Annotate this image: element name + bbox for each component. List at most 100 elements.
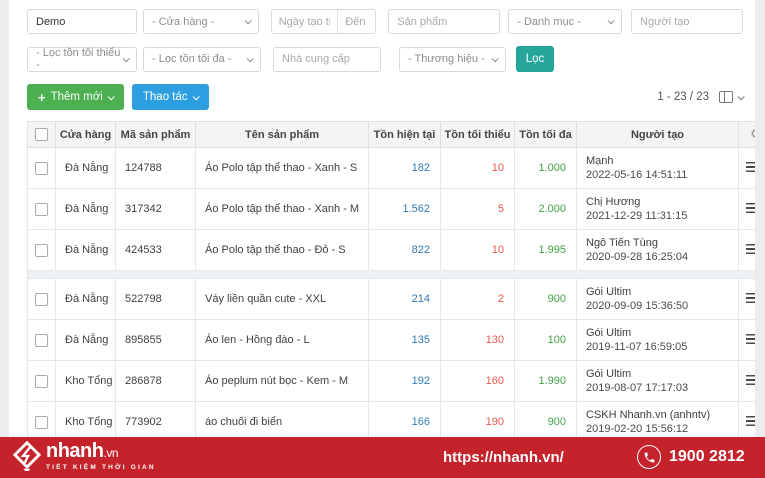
- product-input[interactable]: [388, 9, 500, 34]
- logo-text: nhanh: [46, 440, 104, 462]
- min-stock-cell: 160: [441, 361, 515, 402]
- category-select-label: - Danh mục -: [517, 16, 581, 28]
- chevron-down-icon[interactable]: [738, 93, 745, 100]
- select-all-checkbox[interactable]: [35, 128, 48, 141]
- nhanh-logo[interactable]: nhanh.vn Tiết kiệm thời gian: [13, 441, 156, 471]
- row-checkbox[interactable]: [35, 416, 48, 429]
- table-row[interactable]: Đà Nẵng 317342 Áo Polo tập thể thao - Xa…: [28, 189, 765, 230]
- min-stock-cell: 10: [441, 148, 515, 189]
- nhanh-logo-icon: [13, 441, 41, 471]
- product-name-cell: Áo Polo tập thể thao - Xanh - M: [196, 189, 369, 230]
- creator-cell: Gói Ultim 2019-08-07 17:17:03: [577, 361, 739, 402]
- chevron-down-icon: [608, 17, 615, 24]
- store-select[interactable]: - Cửa hàng -: [143, 9, 259, 34]
- max-stock-cell: 900: [515, 279, 577, 320]
- table-header-row: Cửa hàng Mã sản phẩm Tên sản phẩm Tồn hi…: [28, 122, 765, 148]
- logo-tagline: Tiết kiệm thời gian: [46, 464, 156, 471]
- row-checkbox[interactable]: [35, 293, 48, 306]
- max-stock-cell: 100: [515, 320, 577, 361]
- creator-name: Gói Ultim: [586, 286, 738, 298]
- current-stock-cell: 135: [369, 320, 441, 361]
- max-stock-cell: 2.000: [515, 189, 577, 230]
- current-stock-cell: 214: [369, 279, 441, 320]
- row-separator-band: [28, 271, 765, 279]
- creator-cell: Chị Hương 2021-12-29 11:31:15: [577, 189, 739, 230]
- max-stock-cell: 1.995: [515, 230, 577, 271]
- current-stock-cell: 1.562: [369, 189, 441, 230]
- table-row[interactable]: Đà Nẵng 522798 Váy liền quần cute - XXL …: [28, 279, 765, 320]
- table-row[interactable]: Kho Tổng 286878 Áo peplum nút bọc - Kem …: [28, 361, 765, 402]
- created-timestamp: 2021-12-29 11:31:15: [586, 210, 738, 222]
- product-name-cell: Áo peplum nút bọc - Kem - M: [196, 361, 369, 402]
- row-checkbox[interactable]: [35, 162, 48, 175]
- filter-row-1: - Cửa hàng - - Danh mục -: [27, 9, 743, 34]
- store-cell: Đà Nẵng: [56, 279, 116, 320]
- created-timestamp: 2019-11-07 16:59:05: [586, 341, 738, 353]
- product-name-cell: Váy liền quần cute - XXL: [196, 279, 369, 320]
- max-stock-select[interactable]: - Lọc tồn tối đa -: [143, 47, 261, 72]
- row-checkbox[interactable]: [35, 244, 48, 257]
- current-stock-cell: 822: [369, 230, 441, 271]
- min-stock-select[interactable]: - Lọc tồn tối thiểu -: [27, 47, 137, 72]
- chevron-down-icon: [492, 55, 499, 62]
- store-cell: Đà Nẵng: [56, 189, 116, 230]
- creator-name: Chị Hương: [586, 196, 738, 208]
- created-timestamp: 2019-02-20 15:56:12: [586, 423, 738, 435]
- supplier-input[interactable]: [273, 47, 381, 72]
- header-product-code: Mã sản phẩm: [116, 122, 196, 148]
- creator-cell: Gói Ultim 2019-11-07 16:59:05: [577, 320, 739, 361]
- product-name-cell: Áo Polo tập thể thao - Xanh - S: [196, 148, 369, 189]
- min-stock-cell: 10: [441, 230, 515, 271]
- date-from-input[interactable]: [272, 10, 338, 33]
- filter-button[interactable]: Lọc: [516, 46, 554, 72]
- row-checkbox[interactable]: [35, 375, 48, 388]
- footer-bar: nhanh.vn Tiết kiệm thời gian https://nha…: [0, 437, 765, 478]
- table-row[interactable]: Đà Nẵng 895855 Áo len - Hồng đào - L 135…: [28, 320, 765, 361]
- product-code-cell: 895855: [116, 320, 196, 361]
- creator-input[interactable]: [631, 9, 743, 34]
- created-timestamp: 2020-09-28 16:25:04: [586, 251, 738, 263]
- store-select-label: - Cửa hàng -: [152, 16, 214, 28]
- creator-name: CSKH Nhanh.vn (anhntv): [586, 409, 738, 421]
- min-stock-cell: 130: [441, 320, 515, 361]
- columns-icon[interactable]: [719, 91, 733, 103]
- product-code-cell: 424533: [116, 230, 196, 271]
- product-name-cell: Áo len - Hồng đào - L: [196, 320, 369, 361]
- created-timestamp: 2019-08-07 17:17:03: [586, 382, 738, 394]
- add-new-button[interactable]: + Thêm mới: [27, 84, 124, 110]
- max-stock-cell: 1.990: [515, 361, 577, 402]
- creator-name: Mạnh: [586, 155, 738, 167]
- table-row[interactable]: Đà Nẵng 124788 Áo Polo tập thể thao - Xa…: [28, 148, 765, 189]
- inventory-table: Cửa hàng Mã sản phẩm Tên sản phẩm Tồn hi…: [27, 121, 765, 443]
- brand-select-label: - Thương hiệu -: [408, 53, 485, 65]
- add-new-label: Thêm mới: [51, 91, 103, 103]
- store-cell: Kho Tổng: [56, 361, 116, 402]
- filter-row-2: - Lọc tồn tối thiểu - - Lọc tồn tối đa -…: [27, 46, 743, 72]
- table-row[interactable]: Đà Nẵng 424533 Áo Polo tập thể thao - Đỏ…: [28, 230, 765, 271]
- date-range-group: [271, 9, 377, 34]
- phone-icon: [637, 445, 661, 469]
- actions-button[interactable]: Thao tác: [132, 84, 209, 110]
- brand-select[interactable]: - Thương hiệu -: [399, 47, 506, 72]
- creator-name: Gói Ultim: [586, 327, 738, 339]
- row-checkbox[interactable]: [35, 203, 48, 216]
- phone-number[interactable]: 1900 2812: [669, 448, 745, 466]
- footer-phone-group: 1900 2812: [637, 445, 745, 469]
- chevron-down-icon: [244, 17, 251, 24]
- max-stock-cell: 1.000: [515, 148, 577, 189]
- created-timestamp: 2022-05-16 14:51:11: [586, 169, 738, 181]
- search-input[interactable]: [27, 9, 137, 34]
- product-name-cell: Áo Polo tập thể thao - Đỏ - S: [196, 230, 369, 271]
- current-stock-cell: 182: [369, 148, 441, 189]
- store-cell: Đà Nẵng: [56, 230, 116, 271]
- row-checkbox[interactable]: [35, 334, 48, 347]
- header-store: Cửa hàng: [56, 122, 116, 148]
- creator-name: Ngô Tiến Tùng: [586, 237, 738, 249]
- right-edge-strip[interactable]: [755, 0, 765, 437]
- min-stock-cell: 5: [441, 189, 515, 230]
- left-edge-strip: [0, 0, 9, 437]
- date-to-input[interactable]: [338, 10, 375, 33]
- toolbar: + Thêm mới Thao tác 1 - 23 / 23: [27, 84, 743, 110]
- category-select[interactable]: - Danh mục -: [508, 9, 622, 34]
- footer-url[interactable]: https://nhanh.vn/: [443, 449, 564, 466]
